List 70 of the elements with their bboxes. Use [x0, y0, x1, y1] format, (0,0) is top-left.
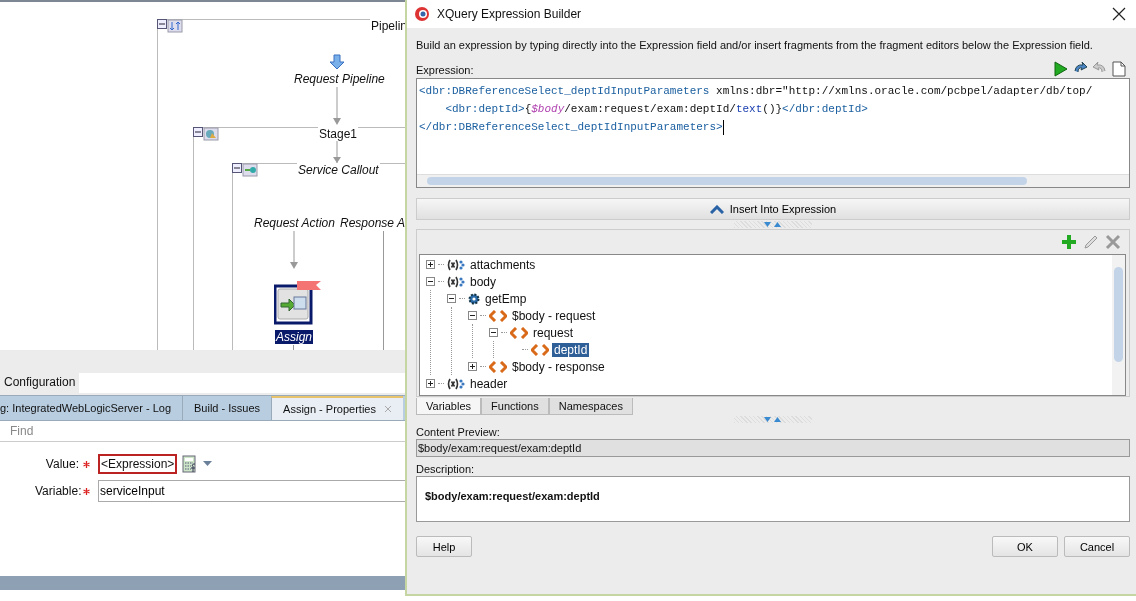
stage-title: Stage1: [318, 127, 359, 141]
stage-icon: [193, 127, 219, 141]
element-icon: [489, 360, 507, 373]
assign-node-icon[interactable]: [274, 281, 322, 325]
ok-button[interactable]: OK: [992, 536, 1058, 557]
close-icon[interactable]: [1112, 7, 1126, 21]
field-label: Variable:: [35, 484, 79, 498]
assign-node-label[interactable]: Assign: [275, 330, 314, 344]
app-logo-icon: [414, 6, 430, 22]
find-field[interactable]: Find: [8, 423, 212, 439]
tab[interactable]: Namespaces: [548, 398, 633, 415]
description-text: $body/exam:request/exam:deptId: [425, 490, 600, 502]
tree-item[interactable]: $body - request: [510, 308, 598, 323]
instructions-text: Build an expression by typing directly into the Expression field and/or insert fragments from the fragment editors below the Expression field.: [416, 39, 1094, 51]
caret-up-icon: [709, 204, 724, 214]
expression-editor[interactable]: [416, 78, 1130, 188]
vertical-scrollbar[interactable]: [1112, 255, 1125, 395]
document-icon[interactable]: [1112, 61, 1126, 77]
collapse-toggle[interactable]: [447, 294, 456, 303]
callout-title: Service Callout: [297, 163, 380, 177]
cancel-button[interactable]: Cancel: [1064, 536, 1130, 557]
horizontal-scrollbar[interactable]: [417, 174, 1129, 187]
tree-item[interactable]: request: [531, 325, 576, 340]
expression-field[interactable]: <Expression>: [98, 454, 178, 474]
field-label: Value:: [44, 457, 79, 471]
collapse-toggle[interactable]: [468, 311, 477, 320]
insert-button[interactable]: Insert Into Expression: [416, 198, 1130, 220]
content-preview-label: Content Preview:: [416, 426, 501, 438]
add-icon[interactable]: [1061, 234, 1077, 250]
help-button[interactable]: Help: [416, 536, 472, 557]
pipeline-icon: [157, 19, 183, 33]
tab[interactable]: Variables: [416, 398, 482, 415]
connector-arrow: [289, 231, 299, 270]
splitter-handle[interactable]: [734, 221, 812, 228]
expression-label: Expression:: [416, 63, 474, 76]
down-arrow-icon: [329, 54, 345, 70]
variable-icon: [447, 377, 465, 390]
editor-tab[interactable]: Configuration: [0, 373, 80, 393]
panel-tab[interactable]: g: IntegratedWebLogicServer - Log: [0, 396, 182, 420]
code-line: <dbr:DBReferenceSelect_deptIdInputParameters xmlns:dbr="http://xmlns.oracle.com/pcbpel/adapter/db/top/: [419, 84, 1093, 99]
splitter-handle[interactable]: [734, 416, 812, 423]
tree-item[interactable]: attachments: [468, 257, 538, 272]
callout-icon: [232, 163, 258, 177]
variable-icon: [447, 258, 465, 271]
response-action-label: Response A: [339, 216, 406, 230]
collapse-toggle[interactable]: [489, 328, 498, 337]
tab[interactable]: Functions: [481, 398, 549, 415]
element-icon: [531, 343, 549, 356]
description-label: Description:: [416, 463, 476, 475]
request-pipeline-label: Request Pipeline: [293, 72, 386, 86]
collapse-toggle[interactable]: [426, 277, 435, 286]
expand-toggle[interactable]: [426, 260, 435, 269]
element-icon: [489, 309, 507, 322]
code-line: <dbr:deptId>{$body/exam:request/exam:deptId/text()}</dbr:deptId>: [444, 102, 868, 117]
request-action-label: Request Action: [253, 216, 336, 230]
caret-icon[interactable]: [203, 461, 213, 467]
element-icon: [510, 326, 528, 339]
gear-icon: [468, 292, 480, 305]
tree-item[interactable]: body: [468, 274, 499, 289]
window-title: XQuery Expression Builder: [437, 7, 582, 21]
content-preview-field: $body/exam:request/exam:deptId: [416, 439, 1130, 457]
expand-toggle[interactable]: [426, 379, 435, 388]
tree-item[interactable]: deptId: [552, 342, 590, 357]
expand-toggle[interactable]: [468, 362, 477, 371]
tree-item[interactable]: getEmp: [483, 291, 529, 306]
tree-item[interactable]: header: [468, 376, 510, 391]
tree-item[interactable]: $body - response: [510, 359, 607, 374]
panel-tab[interactable]: Assign - Properties: [271, 396, 403, 420]
variable-icon: [447, 275, 465, 288]
code-line: </dbr:DBReferenceSelect_deptIdInputParameters>: [419, 118, 725, 136]
